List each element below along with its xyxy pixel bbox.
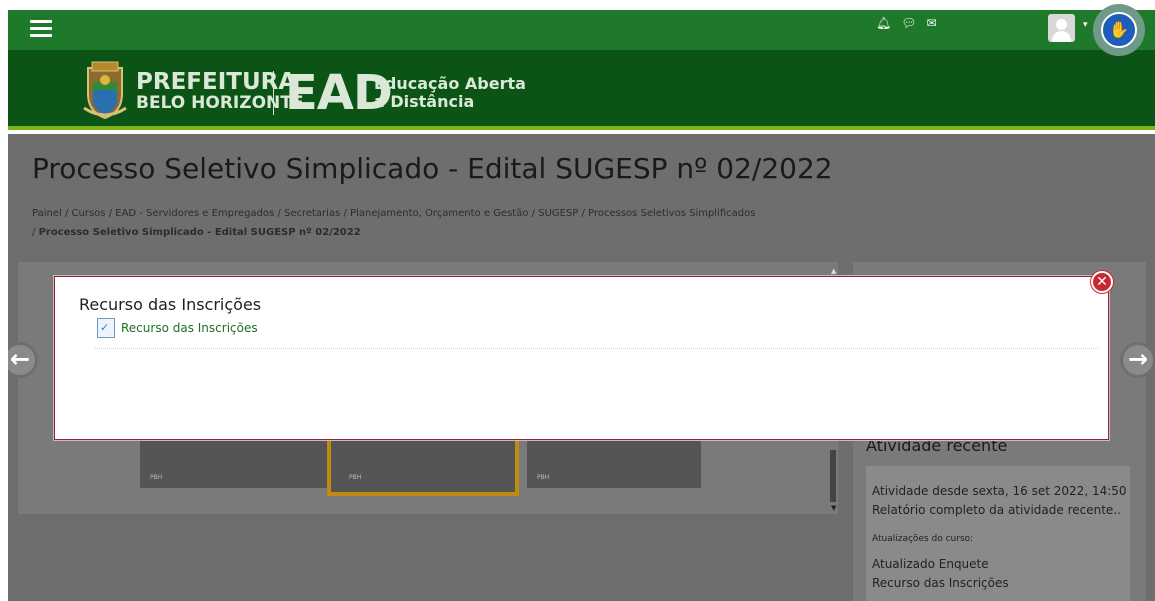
scrollbar-thumb[interactable] xyxy=(830,450,836,502)
app-frame: 🔔︎ 💬︎ ✉ ▾ PREFEITURA BELO HORIZONTE EAD … xyxy=(8,10,1155,601)
modal-link-label[interactable]: Recurso das Inscrições xyxy=(121,321,258,335)
course-thumbnail-selected[interactable]: PBH xyxy=(327,436,519,496)
avatar[interactable] xyxy=(1048,14,1075,42)
arrow-right-icon[interactable]: → xyxy=(1120,342,1155,378)
envelope-icon[interactable]: ✉ xyxy=(926,16,936,30)
scroll-up-icon[interactable]: ▲ xyxy=(831,267,836,275)
breadcrumb-item[interactable]: Painel xyxy=(32,208,62,219)
top-icons: 🔔︎ 💬︎ ✉ xyxy=(876,16,937,30)
modal-title: Recurso das Inscrições xyxy=(79,295,262,314)
breadcrumb-item[interactable]: Cursos xyxy=(72,208,106,219)
chevron-down-icon[interactable]: ▾ xyxy=(1083,20,1088,30)
brand-ead-sub1: Educação Aberta xyxy=(374,74,526,93)
accessibility-icon[interactable]: ✋ xyxy=(1093,4,1145,56)
modal-activity-link[interactable]: Recurso das Inscrições xyxy=(97,317,258,339)
update-item[interactable]: Recurso das Inscrições xyxy=(872,576,1009,590)
bell-icon[interactable]: 🔔︎ xyxy=(876,16,891,30)
brand-line2: BELO HORIZONTE xyxy=(136,93,304,113)
course-thumbnail[interactable]: PBH xyxy=(140,440,330,488)
recent-report-link[interactable]: Relatório completo da atividade recente.… xyxy=(872,503,1121,517)
scroll-down-icon[interactable]: ▼ xyxy=(831,504,836,512)
breadcrumb-item[interactable]: Processos Seletivos Simplificados xyxy=(588,208,755,219)
breadcrumb-item[interactable]: Planejamento, Orçamento e Gestão xyxy=(350,208,528,219)
top-navbar: 🔔︎ 💬︎ ✉ ▾ xyxy=(8,10,1155,50)
breadcrumb: Painel / Cursos / EAD - Servidores e Emp… xyxy=(32,208,756,238)
course-updates-label: Atualizações do curso: xyxy=(872,534,974,544)
brand-divider xyxy=(273,71,274,115)
brand-ead-sub2: a Distância xyxy=(374,92,475,111)
breadcrumb-item[interactable]: EAD - Servidores e Empregados xyxy=(115,208,274,219)
assignment-icon xyxy=(97,318,115,338)
breadcrumb-item[interactable]: SUGESP xyxy=(538,208,578,219)
breadcrumb-item[interactable]: Secretarias xyxy=(284,208,340,219)
page-title: Processo Seletivo Simplicado - Edital SU… xyxy=(32,152,833,185)
update-item[interactable]: Atualizado Enquete xyxy=(872,557,989,571)
brand-ead-subtitle: Educação Aberta a Distância xyxy=(374,75,526,111)
breadcrumb-current: Processo Seletivo Simplicado - Edital SU… xyxy=(38,227,361,238)
city-crest-logo xyxy=(83,61,127,120)
close-icon[interactable]: ✕ xyxy=(1091,271,1113,293)
chat-bubble-icon[interactable]: 💬︎ xyxy=(901,16,916,30)
modal-dialog: Recurso das Inscrições Recurso das Inscr… xyxy=(54,276,1109,440)
menu-icon[interactable] xyxy=(30,20,52,38)
divider xyxy=(95,348,1098,349)
brand-banner: PREFEITURA BELO HORIZONTE EAD Educação A… xyxy=(8,50,1155,130)
course-thumbnail[interactable]: PBH xyxy=(527,440,701,488)
recent-since-text: Atividade desde sexta, 16 set 2022, 14:5… xyxy=(872,484,1127,498)
